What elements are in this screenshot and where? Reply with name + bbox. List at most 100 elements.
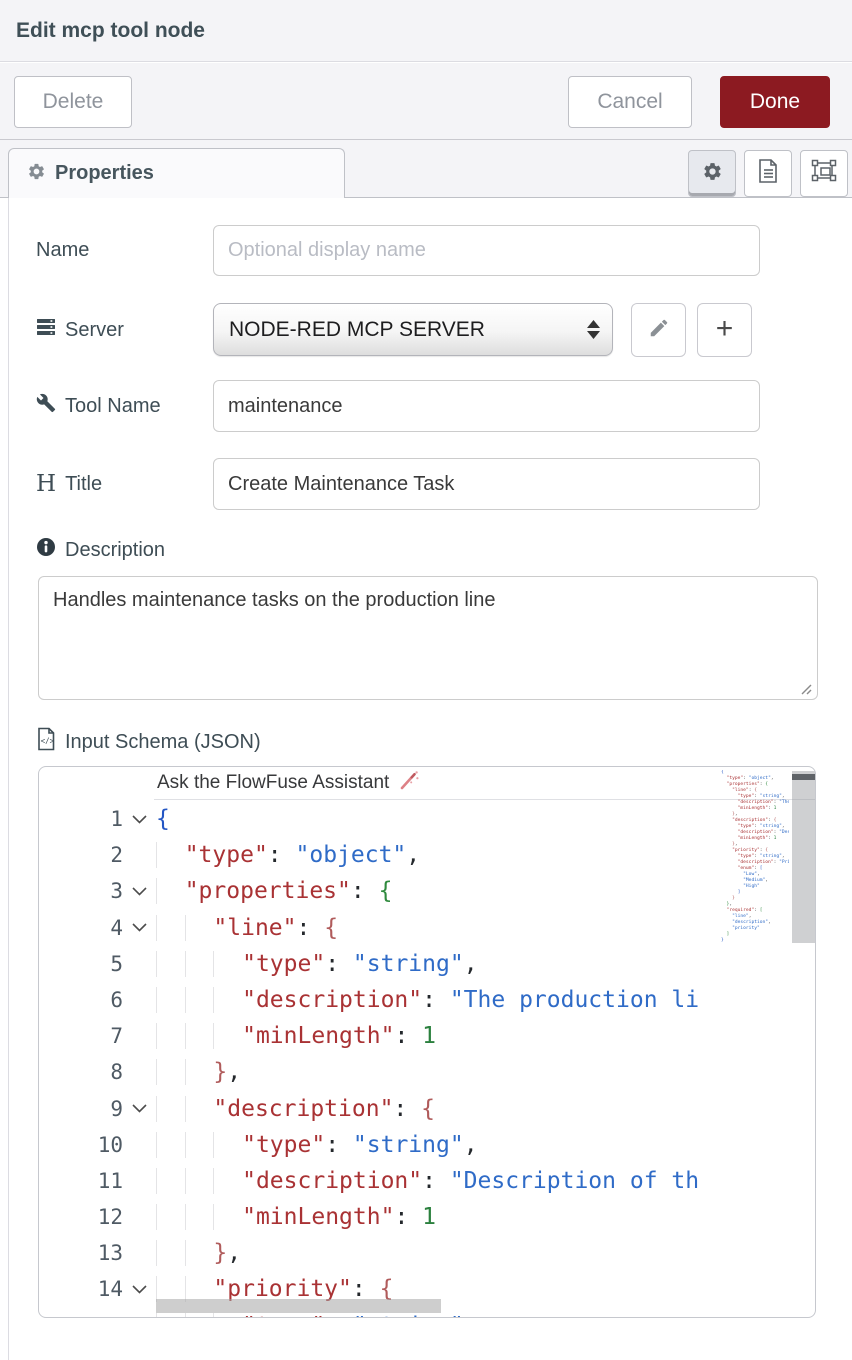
editor-vertical-scrollbar[interactable] bbox=[792, 767, 815, 1318]
assistant-label: Ask the FlowFuse Assistant bbox=[157, 772, 389, 794]
fold-chevron-icon[interactable] bbox=[123, 873, 156, 909]
fold-gutter bbox=[123, 837, 156, 873]
input-schema-label: </> Input Schema (JSON) bbox=[36, 728, 376, 756]
fold-gutter bbox=[123, 1235, 156, 1271]
appearance-panel-button[interactable] bbox=[800, 150, 848, 197]
tab-properties-label: Properties bbox=[55, 162, 154, 185]
dialog-title: Edit mcp tool node bbox=[16, 0, 205, 62]
appearance-icon bbox=[811, 158, 837, 189]
line-number: 4 bbox=[39, 910, 123, 946]
server-select-value: NODE-RED MCP SERVER bbox=[229, 318, 485, 342]
fold-gutter bbox=[123, 946, 156, 982]
tool-name-input[interactable] bbox=[213, 380, 760, 432]
code-text: "description": { bbox=[156, 1091, 435, 1127]
fold-gutter bbox=[123, 1054, 156, 1090]
code-text: "minLength": 1 bbox=[156, 1199, 436, 1235]
code-line[interactable]: 8 }, bbox=[39, 1054, 816, 1090]
code-line[interactable]: 10 "type": "string", bbox=[39, 1127, 816, 1163]
description-label: Description bbox=[36, 536, 336, 564]
code-line[interactable]: 9 "description": { bbox=[39, 1091, 816, 1127]
heading-icon: H bbox=[36, 471, 56, 497]
json-editor[interactable]: Ask the FlowFuse Assistant 1{2 "type": "… bbox=[38, 766, 816, 1318]
info-icon bbox=[36, 537, 56, 563]
plus-icon: + bbox=[716, 314, 734, 344]
code-line[interactable]: 1{ bbox=[39, 801, 816, 837]
gear-icon bbox=[27, 162, 46, 186]
dialog-left-border bbox=[8, 198, 9, 1360]
tab-properties[interactable]: Properties bbox=[8, 148, 345, 198]
fold-gutter bbox=[123, 982, 156, 1018]
vertical-scrollbar-thumb[interactable] bbox=[792, 771, 815, 943]
code-line[interactable]: 3 "properties": { bbox=[39, 873, 816, 909]
dialog-header: Edit mcp tool node bbox=[0, 0, 852, 62]
line-number: 1 bbox=[39, 801, 123, 837]
editor-horizontal-scrollbar[interactable] bbox=[156, 1299, 441, 1313]
code-line[interactable]: 7 "minLength": 1 bbox=[39, 1018, 816, 1054]
tool-name-label: Tool Name bbox=[36, 380, 208, 432]
code-line[interactable]: 12 "minLength": 1 bbox=[39, 1199, 816, 1235]
done-button[interactable]: Done bbox=[720, 76, 830, 128]
fold-gutter bbox=[123, 1018, 156, 1054]
line-number: 14 bbox=[39, 1271, 123, 1307]
pencil-icon bbox=[648, 317, 670, 344]
fold-chevron-icon[interactable] bbox=[123, 1271, 156, 1307]
line-number: 15 bbox=[39, 1308, 123, 1318]
code-text: }, bbox=[156, 1054, 241, 1090]
line-number: 11 bbox=[39, 1163, 123, 1199]
server-label: Server bbox=[36, 303, 208, 357]
description-icon bbox=[756, 158, 780, 189]
name-label: Name bbox=[36, 225, 208, 276]
file-code-icon: </> bbox=[36, 727, 56, 757]
description-panel-button[interactable] bbox=[744, 150, 792, 197]
magic-wand-icon bbox=[398, 770, 419, 796]
line-number: 12 bbox=[39, 1199, 123, 1235]
scrollbar-position-marker bbox=[792, 774, 815, 780]
title-label: H Title bbox=[36, 458, 208, 510]
line-number: 7 bbox=[39, 1018, 123, 1054]
cancel-button[interactable]: Cancel bbox=[568, 76, 692, 128]
code-line[interactable]: 2 "type": "object", bbox=[39, 837, 816, 873]
code-text: "properties": { bbox=[156, 873, 392, 909]
gear-icon bbox=[702, 161, 723, 187]
add-server-button[interactable]: + bbox=[697, 303, 752, 357]
delete-button[interactable]: Delete bbox=[14, 76, 132, 128]
line-number: 2 bbox=[39, 837, 123, 873]
edit-server-button[interactable] bbox=[631, 303, 686, 357]
title-input[interactable] bbox=[213, 458, 760, 510]
editor-minimap[interactable]: { "type": "object", "properties": { "lin… bbox=[721, 770, 789, 950]
name-input[interactable] bbox=[213, 225, 760, 276]
description-textarea[interactable]: Handles maintenance tasks on the product… bbox=[38, 576, 818, 700]
code-line[interactable]: 4 "line": { bbox=[39, 910, 816, 946]
code-text: "minLength": 1 bbox=[156, 1018, 436, 1054]
server-select[interactable]: NODE-RED MCP SERVER bbox=[213, 303, 613, 356]
line-number: 13 bbox=[39, 1235, 123, 1271]
editor-tab-row: Properties bbox=[0, 140, 852, 198]
select-arrows-icon bbox=[587, 304, 600, 355]
server-icon bbox=[36, 318, 56, 342]
code-line[interactable]: 11 "description": "Description of th bbox=[39, 1163, 816, 1199]
code-line[interactable]: 6 "description": "The production li bbox=[39, 982, 816, 1018]
code-line[interactable]: 13 }, bbox=[39, 1235, 816, 1271]
code-line[interactable]: 5 "type": "string", bbox=[39, 946, 816, 982]
code-text: "type": "string", bbox=[156, 946, 478, 982]
fold-chevron-icon[interactable] bbox=[123, 910, 156, 946]
assistant-bar[interactable]: Ask the FlowFuse Assistant bbox=[154, 767, 816, 800]
fold-gutter bbox=[123, 1127, 156, 1163]
fold-chevron-icon[interactable] bbox=[123, 1091, 156, 1127]
line-number: 3 bbox=[39, 873, 123, 909]
fold-chevron-icon[interactable] bbox=[123, 801, 156, 837]
code-text: "description": "The production li bbox=[156, 982, 699, 1018]
editor-lines[interactable]: 1{2 "type": "object",3 "properties": {4 … bbox=[39, 801, 816, 1318]
minimap-line: } bbox=[721, 938, 789, 944]
line-number: 6 bbox=[39, 982, 123, 1018]
code-text: "type": "object", bbox=[156, 837, 420, 873]
line-number: 9 bbox=[39, 1091, 123, 1127]
code-text: "description": "Description of th bbox=[156, 1163, 699, 1199]
fold-gutter bbox=[123, 1199, 156, 1235]
svg-text:</>: </> bbox=[41, 737, 55, 746]
properties-panel-button[interactable] bbox=[688, 150, 736, 197]
code-text: }, bbox=[156, 1235, 241, 1271]
line-number: 8 bbox=[39, 1054, 123, 1090]
fold-gutter bbox=[123, 1163, 156, 1199]
wrench-icon bbox=[36, 393, 56, 419]
